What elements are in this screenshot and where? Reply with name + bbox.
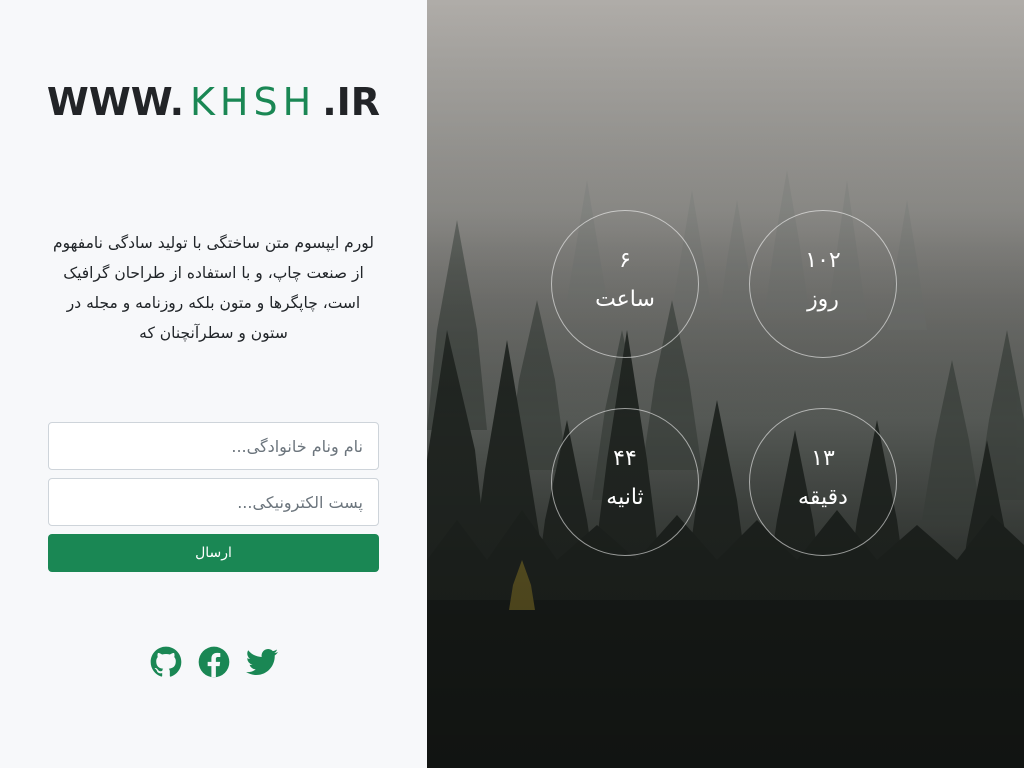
- twitter-icon: [245, 649, 278, 675]
- countdown-minutes: ۱۳ دقیقه: [749, 408, 897, 556]
- hours-value: ۶: [619, 248, 631, 273]
- twitter-link[interactable]: [245, 646, 278, 678]
- social-links: [0, 646, 427, 678]
- facebook-icon: [198, 646, 229, 678]
- site-logo: WWW. KHSH .IR: [0, 78, 427, 126]
- logo-brand: KHSH: [190, 80, 317, 124]
- description-text: لورم ایپسوم متن ساختگی با تولید سادگی نا…: [53, 233, 374, 342]
- logo-prefix: WWW.: [46, 80, 185, 124]
- countdown-hours: ۶ ساعت: [551, 210, 699, 358]
- hours-label: ساعت: [595, 287, 655, 312]
- email-input[interactable]: [48, 478, 379, 526]
- forest-background: [427, 0, 1024, 768]
- minutes-value: ۱۳: [811, 446, 835, 471]
- github-icon: [150, 646, 181, 677]
- logo-suffix: .IR: [322, 80, 381, 124]
- countdown-seconds: ۴۴ ثانیه: [551, 408, 699, 556]
- info-panel: WWW. KHSH .IR لورم ایپسوم متن ساختگی با تو…: [0, 0, 427, 768]
- minutes-label: دقیقه: [798, 485, 848, 510]
- fullname-input[interactable]: [48, 422, 379, 470]
- countdown-days: ۱۰۲ روز: [749, 210, 897, 358]
- github-link[interactable]: [150, 646, 182, 678]
- days-label: روز: [807, 287, 839, 312]
- days-value: ۱۰۲: [805, 248, 841, 273]
- seconds-label: ثانیه: [606, 485, 644, 510]
- facebook-link[interactable]: [198, 646, 230, 678]
- coming-soon-page: WWW. KHSH .IR لورم ایپسوم متن ساختگی با تو…: [0, 0, 1024, 768]
- submit-button[interactable]: ارسال: [48, 534, 379, 572]
- countdown-panel: ۶ ساعت ۱۰۲ روز ۴۴ ثانیه ۱۳ دقیقه: [427, 0, 1024, 768]
- seconds-value: ۴۴: [613, 446, 637, 471]
